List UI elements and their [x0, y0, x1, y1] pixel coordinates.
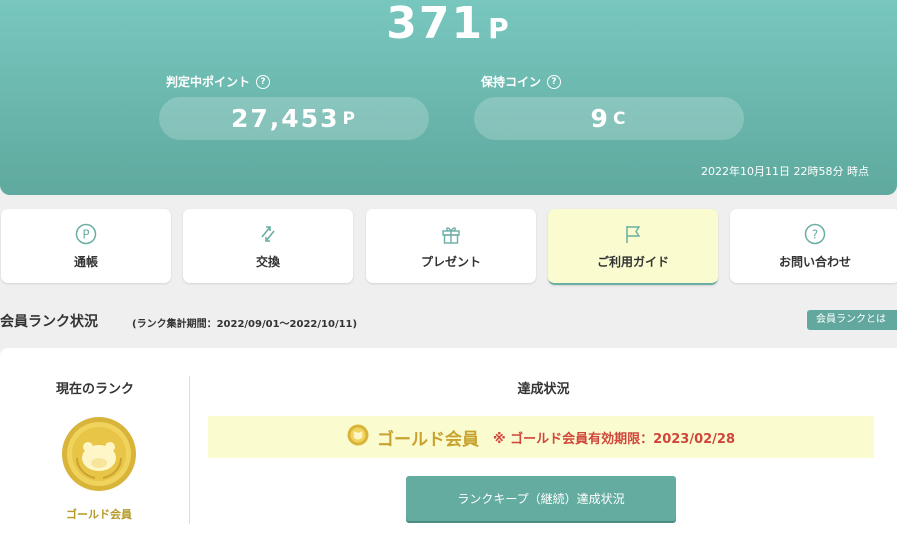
- passbook-p-icon: P: [74, 222, 98, 246]
- total-points-value: 371: [386, 0, 485, 49]
- gold-badge-icon: [347, 424, 369, 450]
- nav-present-button[interactable]: プレゼント: [366, 209, 536, 283]
- nav-contact-button[interactable]: ? お問い合わせ: [730, 209, 897, 283]
- gift-icon: [439, 222, 463, 246]
- status-rank-name: ゴールド会員: [376, 429, 479, 450]
- nav-guide-button[interactable]: ご利用ガイド: [548, 209, 718, 285]
- pending-points-label: 判定中ポイント ?: [166, 73, 271, 90]
- help-icon[interactable]: ?: [256, 74, 271, 89]
- help-icon[interactable]: ?: [547, 74, 562, 89]
- exchange-icon: [256, 222, 280, 246]
- rank-period: (ランク集計期間：2022/09/01～2022/10/11): [132, 319, 358, 330]
- nav-label: プレゼント: [420, 255, 481, 269]
- current-rank-title: 現在のランク: [55, 382, 134, 397]
- coins-label: 保持コイン ?: [481, 73, 562, 90]
- coins-unit: C: [612, 108, 628, 129]
- rank-keep-status-button[interactable]: ランクキープ（継続）達成状況: [406, 476, 676, 521]
- gold-medal-icon: [61, 416, 137, 492]
- divider: [189, 376, 190, 524]
- question-icon: ?: [803, 222, 827, 246]
- total-points-unit: P: [488, 12, 511, 45]
- points-summary-header: 371 P 判定中ポイント ? 27,453 P 保持コイン ? 9C 2022年1…: [0, 0, 897, 195]
- nav-label: ご利用ガイド: [596, 255, 669, 269]
- nav-label: 通帳: [73, 255, 98, 269]
- coins-value: 9: [590, 104, 610, 133]
- coins-box: 9C: [474, 97, 744, 140]
- coins-label-text: 保持コイン: [481, 75, 542, 89]
- achievement-title: 達成状況: [517, 382, 570, 397]
- svg-text:?: ?: [812, 228, 818, 242]
- current-rank-name: ゴールド会員: [66, 508, 132, 521]
- section-title: 会員ランク状況: [0, 314, 98, 330]
- pending-points-label-text: 判定中ポイント: [166, 75, 251, 89]
- total-points: 371 P: [0, 0, 897, 53]
- pending-points-box: 27,453 P: [159, 97, 429, 140]
- updated-timestamp: 2022年10月11日 22時58分 時点: [701, 165, 869, 178]
- nav-label: お問い合わせ: [778, 255, 851, 269]
- rank-expiry-note: ※ ゴールド会員有効期限：2023/02/28: [492, 431, 736, 447]
- pending-points-unit: P: [342, 108, 357, 129]
- pending-points-value: 27,453: [231, 104, 340, 133]
- svg-text:P: P: [82, 228, 89, 242]
- nav-passbook-button[interactable]: P 通帳: [1, 209, 171, 283]
- flag-icon: [621, 222, 645, 246]
- rank-info-link[interactable]: 会員ランクとは: [807, 310, 897, 330]
- nav-label: 交換: [255, 255, 280, 269]
- nav-exchange-button[interactable]: 交換: [183, 209, 353, 283]
- rank-status-bar: ゴールド会員 ※ ゴールド会員有効期限：2023/02/28: [208, 416, 874, 458]
